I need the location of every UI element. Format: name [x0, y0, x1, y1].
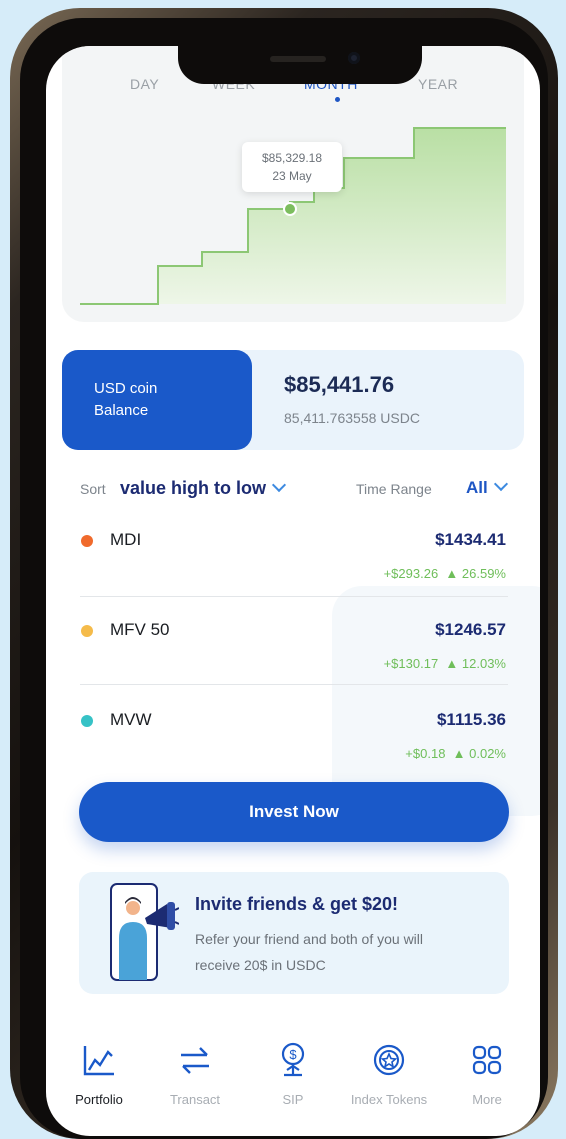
nav-sip[interactable]: $ SIP: [248, 1034, 338, 1114]
transfer-arrows-icon: [181, 1047, 209, 1074]
nav-transact[interactable]: Transact: [150, 1034, 240, 1114]
svg-text:$: $: [289, 1047, 297, 1062]
invite-title: Invite friends & get $20!: [195, 894, 399, 914]
nav-label: SIP: [282, 1092, 304, 1107]
nav-label: Portfolio: [75, 1092, 123, 1107]
speaker-grille: [270, 56, 326, 62]
holding-value: $1434.41: [435, 530, 506, 549]
divider: [80, 684, 508, 685]
sort-row: Sort value high to low Time Range All: [46, 476, 540, 502]
megaphone-person-illustration: [110, 883, 179, 981]
holding-name: MFV 50: [110, 620, 170, 639]
phone-notch: [178, 46, 422, 84]
holding-name: MVW: [110, 710, 152, 729]
balance-amount: $85,441.76: [284, 372, 395, 397]
holding-change-percent: ▲ 26.59%: [445, 566, 506, 581]
grid-icon: [472, 1045, 502, 1075]
chevron-down-icon: [493, 476, 508, 492]
balance-label-panel: USD coin Balance: [62, 350, 252, 450]
chart-selected-point: [283, 202, 297, 216]
holding-row[interactable]: MVW $1115.36 +$0.18 ▲ 0.02%: [46, 706, 540, 794]
nav-more[interactable]: More: [442, 1034, 532, 1114]
holding-color-dot: [81, 715, 93, 727]
sort-dropdown[interactable]: value high to low: [120, 477, 287, 499]
portfolio-chart-card: DAY WEEK MONTH YEAR $85,329.18 23 May: [62, 46, 524, 322]
balance-label: USD coin Balance: [94, 380, 158, 419]
holding-value: $1246.57: [435, 620, 506, 639]
phone-frame: DAY WEEK MONTH YEAR $85,329.18 23 May US…: [10, 8, 558, 1139]
token-icon: [373, 1044, 405, 1076]
holding-name: MDI: [110, 530, 142, 549]
holding-row[interactable]: MDI $1434.41 +$293.26 ▲ 26.59%: [46, 526, 540, 614]
time-range-dropdown[interactable]: All: [466, 476, 508, 498]
dollar-plant-icon: $: [281, 1042, 305, 1077]
nav-label: More: [472, 1092, 502, 1107]
camera-icon: [348, 52, 360, 64]
bottom-navigation: Portfolio Transact $ SIP Index Tokens Mo…: [46, 1034, 540, 1114]
nav-label: Index Tokens: [350, 1092, 428, 1107]
tooltip-date: 23 May: [272, 169, 312, 183]
holding-change: +$130.17 ▲ 12.03%: [384, 656, 506, 671]
holding-color-dot: [81, 625, 93, 637]
nav-portfolio[interactable]: Portfolio: [54, 1034, 144, 1114]
chart-tooltip: $85,329.18 23 May: [242, 142, 342, 192]
holding-value: $1115.36: [436, 710, 506, 729]
app-screen: DAY WEEK MONTH YEAR $85,329.18 23 May US…: [46, 46, 540, 1136]
holding-change-percent: ▲ 12.03%: [445, 656, 506, 671]
holding-color-dot: [81, 535, 93, 547]
holding-change-amount: +$130.17: [383, 656, 439, 671]
time-range-value: All: [466, 478, 488, 497]
holding-change-amount: +$0.18: [405, 746, 446, 761]
chevron-down-icon: [271, 477, 287, 493]
chart-icon: [83, 1046, 114, 1076]
holding-change-amount: +$293.26: [383, 566, 439, 581]
nav-index-tokens[interactable]: Index Tokens: [344, 1034, 434, 1114]
holding-row[interactable]: MFV 50 $1246.57 +$130.17 ▲ 12.03%: [46, 616, 540, 704]
balance-card: USD coin Balance $85,441.76 85,411.76355…: [62, 350, 524, 450]
sort-value: value high to low: [120, 478, 267, 498]
divider: [80, 596, 508, 597]
invite-card[interactable]: Invite friends & get $20! Refer your fri…: [79, 872, 509, 994]
sort-label: Sort: [80, 481, 106, 497]
tooltip-value: $85,329.18: [261, 151, 323, 165]
time-range-label: Time Range: [356, 481, 432, 497]
invest-now-button[interactable]: Invest Now: [79, 782, 509, 842]
nav-label: Transact: [169, 1092, 221, 1107]
holding-change: +$0.18 ▲ 0.02%: [405, 746, 506, 761]
balance-usdc: 85,411.763558 USDC: [284, 410, 420, 426]
holding-change-percent: ▲ 0.02%: [452, 746, 506, 761]
holding-change: +$293.26 ▲ 26.59%: [384, 566, 506, 581]
invite-text: Refer your friend and both of you will r…: [195, 931, 424, 973]
